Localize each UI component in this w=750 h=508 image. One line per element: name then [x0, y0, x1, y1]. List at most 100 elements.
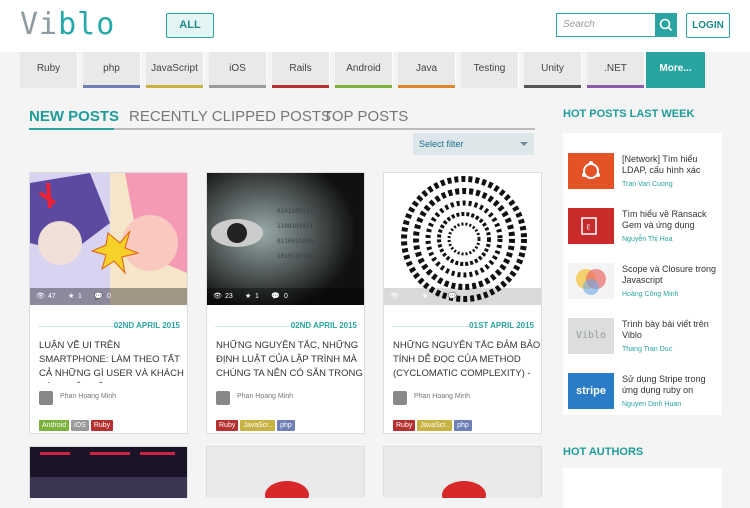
hot-post-author[interactable]: Hoàng Công Minh: [622, 291, 678, 298]
hot-post-author[interactable]: Tran Van Cuong: [622, 181, 673, 188]
post-card[interactable]: 👁 ★ 💬 01ST APRIL 2015 NHỮNG NGUYÊN TẮC Đ…: [383, 172, 542, 434]
tag-label: iOS: [229, 63, 246, 74]
login-button[interactable]: LOGIN: [686, 13, 730, 38]
hot-post-title[interactable]: Trình bày bài viết trên Viblo: [622, 319, 718, 341]
clip-count: 1: [255, 293, 259, 300]
post-card[interactable]: [29, 446, 188, 498]
viblo-logo[interactable]: Viblo: [20, 8, 115, 42]
search-input[interactable]: Search: [556, 13, 656, 37]
hot-post-title[interactable]: Tìm hiểu về Ransack Gem và ứng dụng: [622, 209, 718, 231]
search-button[interactable]: [655, 13, 677, 37]
star-icon: ★: [422, 293, 429, 300]
post-title[interactable]: NHỮNG NGUYÊN TẮC ĐẢM BẢO TÍNH DỄ ĐỌC CỦA…: [393, 339, 541, 383]
tag-php[interactable]: php: [83, 52, 141, 88]
svg-text:0101100110: 0101100110: [277, 208, 314, 215]
post-title[interactable]: LUẬN VỀ UI TRÊN SMARTPHONE: LÀM THEO TẤT…: [39, 339, 187, 383]
hot-post-item[interactable]: ℓ Tìm hiểu về Ransack Gem và ứng dụng Ng…: [568, 203, 718, 253]
tag-color-bar: [146, 85, 203, 88]
post-card[interactable]: [206, 446, 365, 508]
label-ruby[interactable]: Ruby: [393, 420, 416, 431]
venn-icon: [576, 269, 606, 295]
star-icon: ★: [68, 293, 75, 300]
tag-label: Testing: [473, 63, 506, 74]
tab-underline: [29, 128, 535, 130]
hot-post-item[interactable]: Scope và Closure trong Javascript Hoàng …: [568, 258, 718, 308]
post-thumbnail: [30, 447, 187, 498]
tag-label: Unity: [541, 63, 564, 74]
hot-post-title[interactable]: [Network] Tìm hiểu LDAP, cấu hình xác: [622, 154, 718, 176]
post-author[interactable]: Phan Hoang Minh: [414, 393, 470, 400]
hot-post-item[interactable]: [Network] Tìm hiểu LDAP, cấu hình xác Tr…: [568, 148, 718, 198]
post-title[interactable]: NHỮNG NGUYÊN TẮC, NHỮNG ĐỊNH LUẬT CỦA LẬ…: [216, 339, 364, 383]
hot-post-author[interactable]: Nguyen Dinh Huan: [622, 401, 681, 408]
view-count: 23: [225, 293, 233, 300]
tag-dotnet[interactable]: .NET: [587, 52, 645, 88]
post-thumbnail: [30, 173, 187, 305]
eye-icon: 👁: [36, 293, 45, 300]
filter-label: Select filter: [419, 139, 464, 149]
avatar[interactable]: [393, 391, 407, 405]
tag-testing[interactable]: Testing: [461, 52, 519, 88]
avatar[interactable]: [216, 391, 230, 405]
tag-javascript[interactable]: JavaScript: [146, 52, 204, 88]
post-card[interactable]: 👁 47 ★ 1 💬 0 02ND APRIL 2015 LUẬN VỀ UI TRÊ…: [29, 172, 188, 434]
tag-label: More...: [659, 63, 692, 74]
anime-comic-image: [30, 173, 187, 305]
hot-post-thumbnail: stripe: [568, 373, 614, 409]
label-ruby[interactable]: Ruby: [90, 420, 114, 431]
hot-post-title[interactable]: Scope và Closure trong Javascript: [622, 264, 718, 286]
select-filter-dropdown[interactable]: Select filter: [413, 133, 534, 155]
post-author[interactable]: Phan Hoang Minh: [60, 393, 116, 400]
post-thumbnail: [384, 173, 541, 305]
label-php[interactable]: php: [454, 420, 472, 431]
post-card[interactable]: [383, 446, 542, 508]
logo-part-2: blo: [58, 7, 116, 42]
tab-recently-clipped[interactable]: RECENTLY CLIPPED POSTS: [129, 107, 331, 127]
label-javascript[interactable]: JavaScr..: [417, 420, 453, 431]
search-icon: [659, 18, 673, 32]
post-card[interactable]: 0101100110 1100101011 0110011010 1010110101…: [206, 172, 365, 434]
hot-post-item[interactable]: stripe Sử dụng Stripe trong ứng dụng rub…: [568, 368, 718, 418]
tab-top-posts[interactable]: TOP POSTS: [323, 107, 408, 127]
post-stats: 👁 ★ 💬: [384, 288, 541, 305]
hot-post-item[interactable]: Viblo Trình bày bài viết trên Viblo Than…: [568, 313, 718, 363]
tag-ruby[interactable]: Ruby: [20, 52, 78, 88]
tag-color-bar: [209, 85, 266, 88]
tag-label: Rails: [289, 63, 312, 74]
hot-post-thumbnail: ℓ: [568, 208, 614, 244]
hot-post-thumbnail: [568, 153, 614, 189]
hot-post-author[interactable]: Nguyễn Thị Hoa: [622, 236, 672, 243]
post-labels: Ruby JavaScr.. php: [393, 414, 474, 432]
avatar[interactable]: [39, 391, 53, 405]
all-button[interactable]: ALL: [166, 13, 214, 38]
comment-icon: 💬: [94, 293, 103, 300]
hot-post-author[interactable]: Thang Tran Duc: [622, 346, 672, 353]
tag-color-bar: [20, 85, 77, 88]
tag-java[interactable]: Java: [398, 52, 456, 88]
post-author[interactable]: Phan Hoang Minh: [237, 393, 293, 400]
tag-more[interactable]: More...: [646, 52, 706, 88]
label-javascript[interactable]: JavaScr..: [240, 420, 276, 431]
tab-active-indicator: [29, 128, 114, 130]
tag-unity[interactable]: Unity: [524, 52, 582, 88]
label-ruby[interactable]: Ruby: [216, 420, 239, 431]
hot-authors-list: [563, 468, 722, 508]
tag-label: Android: [346, 63, 381, 74]
label-php[interactable]: php: [277, 420, 295, 431]
label-ios[interactable]: iOS: [71, 420, 89, 431]
svg-text:ℓ: ℓ: [586, 223, 590, 233]
hot-post-title[interactable]: Sử dụng Stripe trong ứng dụng ruby on: [622, 374, 718, 396]
tab-new-posts[interactable]: NEW POSTS: [29, 107, 119, 127]
tag-ios[interactable]: iOS: [209, 52, 267, 88]
tag-color-bar: [587, 85, 644, 88]
tag-nav: Ruby php JavaScript iOS Rails Android Ja…: [20, 52, 730, 88]
tag-label: JavaScript: [151, 63, 198, 74]
viblo-icon: Viblo: [575, 330, 607, 341]
eye-icon: 👁: [213, 293, 222, 300]
tag-rails[interactable]: Rails: [272, 52, 330, 88]
post-date: 01ST APRIL 2015: [469, 321, 534, 330]
tag-android[interactable]: Android: [335, 52, 393, 88]
label-android[interactable]: Android: [39, 420, 70, 431]
tag-color-bar: [524, 85, 581, 88]
tag-label: php: [103, 63, 120, 74]
